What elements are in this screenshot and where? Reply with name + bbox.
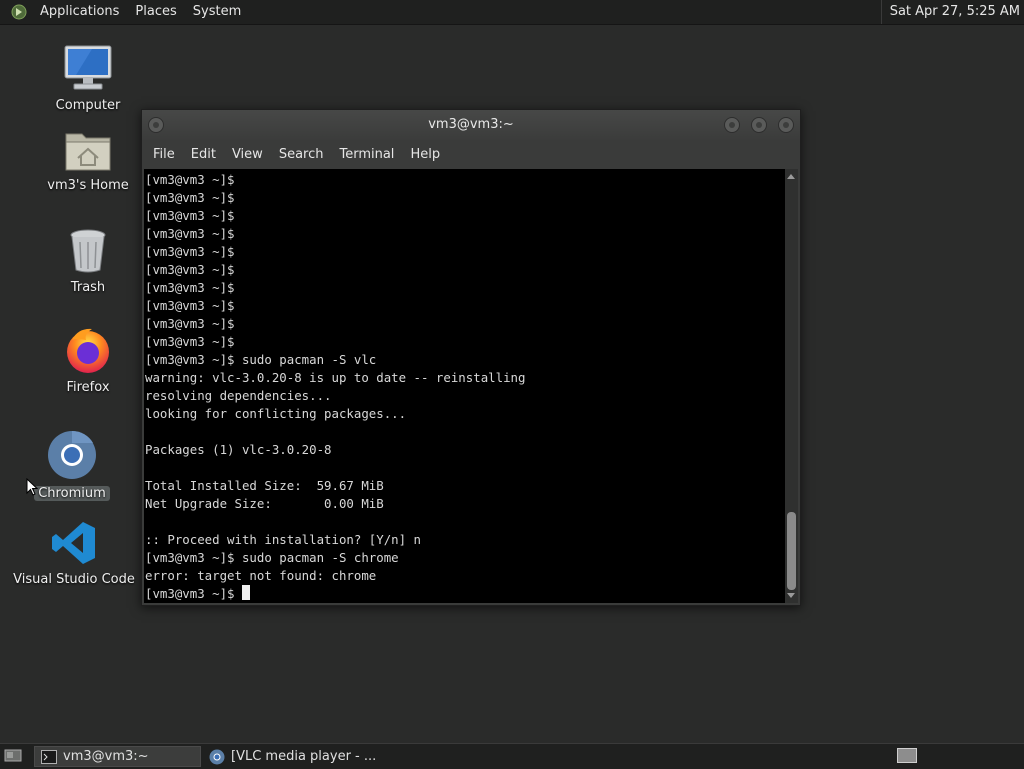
terminal-menubar: File Edit View Search Terminal Help <box>142 140 800 169</box>
panel-clock[interactable]: Sat Apr 27, 5:25 AM <box>880 0 1020 24</box>
desktop-icon-trash[interactable]: Trash <box>38 228 138 295</box>
desktop-icon-label: vm3's Home <box>47 178 129 193</box>
workspace-switcher[interactable] <box>897 748 917 763</box>
scrollbar-thumb[interactable] <box>787 512 796 590</box>
panel-menu: Applications Places System <box>0 0 249 24</box>
terminal-window[interactable]: vm3@vm3:~ File Edit View Search Terminal… <box>141 109 801 606</box>
terminal-output: [vm3@vm3 ~]$ [vm3@vm3 ~]$ [vm3@vm3 ~]$ [… <box>145 172 526 583</box>
scroll-up-icon[interactable] <box>787 174 795 179</box>
maximize-button[interactable] <box>751 117 767 133</box>
desktop-icon-computer[interactable]: Computer <box>38 44 138 113</box>
terminal-output-area[interactable]: [vm3@vm3 ~]$ [vm3@vm3 ~]$ [vm3@vm3 ~]$ [… <box>144 169 785 603</box>
menu-help[interactable]: Help <box>402 140 448 169</box>
menu-search[interactable]: Search <box>271 140 332 169</box>
home-folder-icon <box>65 133 111 171</box>
menu-system[interactable]: System <box>185 0 249 24</box>
menu-file[interactable]: File <box>145 140 183 169</box>
mouse-pointer-icon <box>26 478 38 496</box>
window-title: vm3@vm3:~ <box>428 117 514 132</box>
trash-icon <box>70 229 106 273</box>
window-menu-button[interactable] <box>148 117 164 133</box>
bottom-taskbar: vm3@vm3:~ [VLC media player - ... <box>0 743 1024 769</box>
desktop-icon-firefox[interactable]: Firefox <box>38 326 138 395</box>
menu-places[interactable]: Places <box>127 0 184 24</box>
desktop-icon-label: Firefox <box>66 380 110 395</box>
taskbar-item-label: [VLC media player - ... <box>231 749 377 764</box>
terminal-prompt: [vm3@vm3 ~]$ <box>145 586 242 601</box>
scroll-down-icon[interactable] <box>787 593 795 598</box>
taskbar-item-label: vm3@vm3:~ <box>63 749 149 764</box>
taskbar-item-chromium[interactable]: [VLC media player - ... <box>203 746 383 767</box>
desktop-icon-label: Visual Studio Code <box>13 572 135 587</box>
top-panel: Applications Places System Sat Apr 27, 5… <box>0 0 1024 25</box>
computer-icon <box>64 45 112 90</box>
window-titlebar[interactable]: vm3@vm3:~ <box>142 110 800 140</box>
distro-logo-icon[interactable] <box>10 3 28 21</box>
menu-view[interactable]: View <box>224 140 271 169</box>
chromium-icon <box>48 430 96 479</box>
terminal-scrollbar[interactable] <box>785 169 798 603</box>
desktop-icon-label: Trash <box>70 280 106 295</box>
desktop-icon-label: Chromium <box>34 486 110 501</box>
chromium-icon <box>209 749 225 764</box>
show-desktop-icon[interactable] <box>4 748 22 764</box>
menu-terminal[interactable]: Terminal <box>331 140 402 169</box>
desktop-icon-label: Computer <box>55 98 121 113</box>
text-cursor <box>241 585 250 600</box>
close-button[interactable] <box>778 117 794 133</box>
menu-applications[interactable]: Applications <box>32 0 127 24</box>
desktop-icon-home[interactable]: vm3's Home <box>38 128 138 193</box>
menu-edit[interactable]: Edit <box>183 140 224 169</box>
desktop-icon-vscode[interactable]: Visual Studio Code <box>13 520 135 587</box>
vscode-icon <box>52 522 95 564</box>
firefox-icon <box>67 328 109 373</box>
taskbar-item-terminal[interactable]: vm3@vm3:~ <box>34 746 201 767</box>
terminal-icon <box>41 749 57 764</box>
minimize-button[interactable] <box>724 117 740 133</box>
